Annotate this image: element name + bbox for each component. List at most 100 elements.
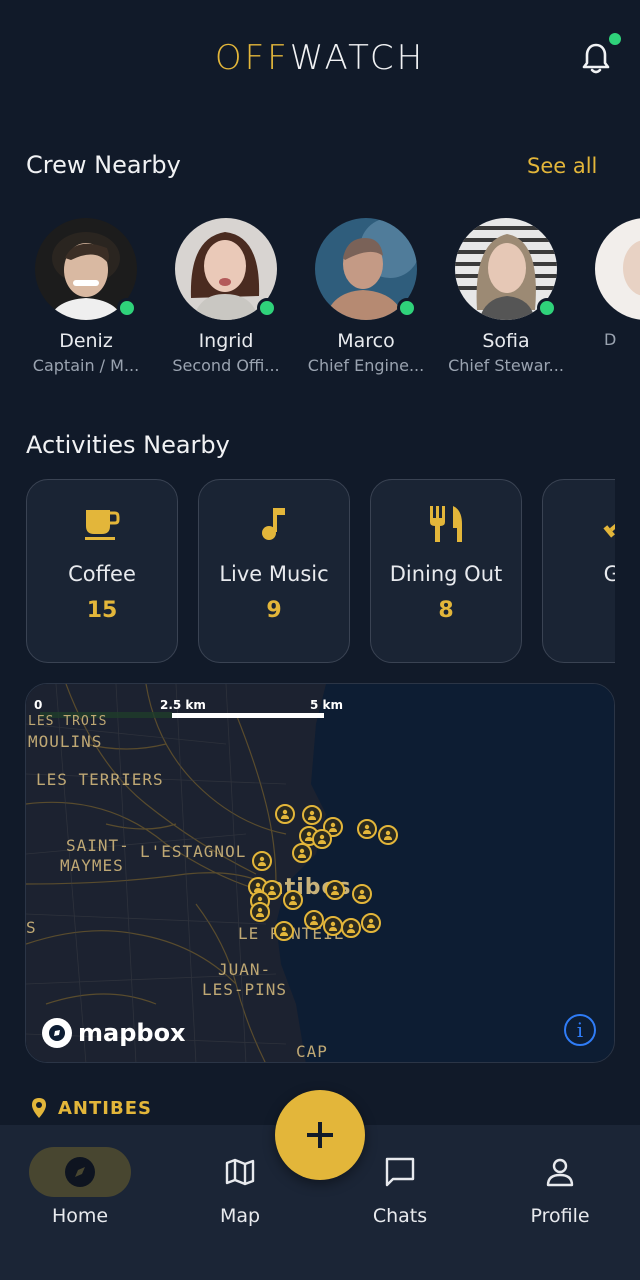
- nav-profile-indicator: [509, 1147, 611, 1197]
- map-label-saint: SAINT-: [66, 836, 130, 855]
- dumbbell-icon: [543, 504, 615, 544]
- online-indicator: [257, 298, 277, 318]
- activity-count: 9: [266, 598, 282, 623]
- map-pin[interactable]: [341, 918, 361, 938]
- map-label-les-trois: LES TROIS: [28, 714, 108, 729]
- crew-role: Second Offi...: [172, 356, 280, 375]
- scale-label-0: 0: [34, 698, 43, 712]
- map-icon: [225, 1158, 255, 1186]
- nav-profile[interactable]: Profile: [480, 1147, 640, 1227]
- mapbox-attribution[interactable]: mapbox: [42, 1018, 186, 1048]
- map-pin[interactable]: [378, 825, 398, 845]
- coffee-icon: [27, 504, 177, 544]
- activity-label: Live Music: [219, 562, 329, 586]
- location-city: ANTIBES: [58, 1097, 152, 1119]
- nav-home[interactable]: Home: [0, 1147, 160, 1227]
- avatar: [455, 218, 557, 320]
- map-pin[interactable]: [352, 884, 372, 904]
- activity-card-coffee[interactable]: Coffee 15: [26, 479, 178, 663]
- activity-count: 15: [86, 598, 118, 623]
- activity-card-dining-out[interactable]: Dining Out 8: [370, 479, 522, 663]
- app-logo: OFFWATCH: [0, 38, 640, 78]
- crew-card-ingrid[interactable]: Ingrid Second Offi...: [160, 218, 292, 375]
- crew-list: Deniz Captain / M... Ingrid Second Offi.…: [20, 218, 640, 388]
- crew-card-partial[interactable]: D: [580, 218, 640, 349]
- map-label-cap: CAP: [296, 1042, 328, 1061]
- map-pin[interactable]: [304, 910, 324, 930]
- activity-label: Coffee: [68, 562, 136, 586]
- activity-label: Dining Out: [389, 562, 503, 586]
- activity-card-gym[interactable]: Gy: [542, 479, 615, 663]
- crew-name: Deniz: [59, 330, 113, 352]
- online-indicator: [537, 298, 557, 318]
- crew-card-sofia[interactable]: Sofia Chief Stewar...: [440, 218, 572, 375]
- map-info-icon[interactable]: i: [564, 1014, 596, 1046]
- activities-list: Coffee 15 Live Music 9 Dining Out 8 G: [25, 478, 615, 666]
- nav-home-indicator: [29, 1147, 131, 1197]
- scale-label-5km: 5 km: [310, 698, 344, 712]
- chat-bubble-icon: [385, 1157, 415, 1187]
- crew-role: Captain / M...: [32, 356, 140, 375]
- nav-profile-label: Profile: [530, 1205, 590, 1227]
- map-pin[interactable]: [274, 921, 294, 941]
- map-label-juan: JUAN-: [218, 960, 272, 979]
- crew-name: Marco: [337, 330, 395, 352]
- crew-name: Sofia: [482, 330, 530, 352]
- map-view[interactable]: 0 2.5 km 5 km LES TROIS MOULINS LES TERR…: [25, 683, 615, 1063]
- person-icon: [546, 1158, 574, 1187]
- online-indicator: [397, 298, 417, 318]
- map-pin[interactable]: [323, 916, 343, 936]
- map-pin[interactable]: [325, 880, 345, 900]
- map-label-s: S: [26, 918, 37, 937]
- activity-count: 8: [438, 598, 454, 623]
- online-indicator: [117, 298, 137, 318]
- add-activity-button[interactable]: [275, 1090, 365, 1180]
- music-note-icon: [199, 504, 349, 544]
- crew-role: Chief Engine...: [307, 356, 425, 375]
- nav-map-indicator: [189, 1147, 291, 1197]
- crew-name: Ingrid: [198, 330, 254, 352]
- scale-label-2-5km: 2.5 km: [160, 698, 206, 712]
- nav-chats-indicator: [349, 1147, 451, 1197]
- plus-icon: [307, 1122, 333, 1148]
- map-pin[interactable]: [292, 843, 312, 863]
- nav-chats-label: Chats: [372, 1205, 428, 1227]
- avatar-photo: [595, 218, 640, 320]
- map-label-moulins: MOULINS: [28, 732, 103, 751]
- map-pin[interactable]: [283, 890, 303, 910]
- crew-card-marco[interactable]: Marco Chief Engine...: [300, 218, 432, 375]
- logo-part-off: OFF: [214, 38, 290, 78]
- map-pin[interactable]: [302, 805, 322, 825]
- app-header: OFFWATCH: [0, 0, 640, 116]
- crew-card-deniz[interactable]: Deniz Captain / M...: [20, 218, 152, 375]
- map-pin[interactable]: [361, 913, 381, 933]
- activity-card-live-music[interactable]: Live Music 9: [198, 479, 350, 663]
- nav-map-label: Map: [219, 1205, 261, 1227]
- map-pin[interactable]: [250, 902, 270, 922]
- map-pin[interactable]: [252, 851, 272, 871]
- map-label-les-pins: LES-PINS: [202, 980, 288, 999]
- mapbox-wordmark: mapbox: [78, 1019, 186, 1047]
- map-label-maymes: MAYMES: [60, 856, 124, 875]
- see-all-link[interactable]: See all: [527, 154, 597, 178]
- crew-role: D: [604, 330, 617, 349]
- map-label-les-terriers: LES TERRIERS: [36, 770, 164, 789]
- map-pin[interactable]: [312, 829, 332, 849]
- avatar: [175, 218, 277, 320]
- notification-dot: [609, 33, 621, 45]
- logo-part-watch: WATCH: [289, 38, 426, 78]
- map-label-lestagnol: L'ESTAGNOL: [140, 842, 247, 861]
- compass-icon: [65, 1157, 95, 1187]
- crew-role: Chief Stewar...: [448, 356, 564, 375]
- location-pin-icon: [32, 1098, 46, 1118]
- map-pin[interactable]: [275, 804, 295, 824]
- cutlery-icon: [371, 504, 521, 544]
- notification-bell-icon[interactable]: [580, 42, 612, 76]
- current-location: ANTIBES: [30, 1097, 152, 1119]
- map-pin[interactable]: [357, 819, 377, 839]
- avatar: [35, 218, 137, 320]
- mapbox-logo-icon: [42, 1018, 72, 1048]
- avatar: [315, 218, 417, 320]
- avatar: [595, 218, 640, 320]
- activity-label: Gy: [603, 562, 615, 586]
